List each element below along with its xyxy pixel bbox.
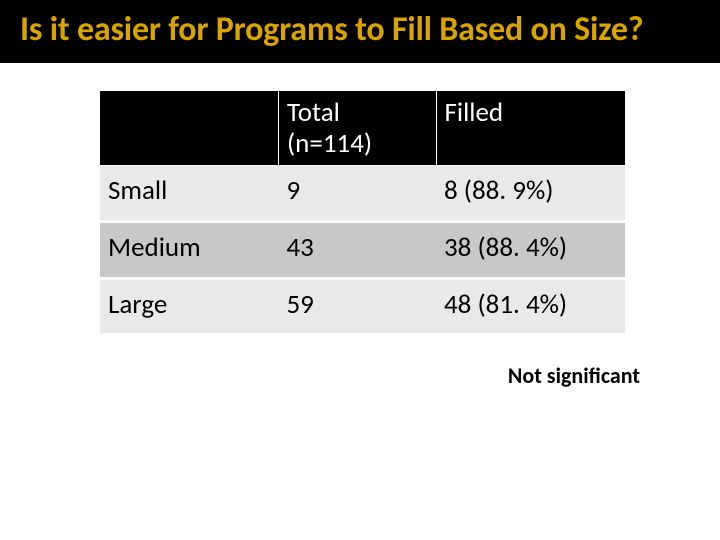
col-header-total: Total (n=114) [279, 91, 437, 166]
row-total: 9 [279, 166, 437, 222]
row-filled: 48 (81. 4%) [436, 278, 625, 335]
row-label: Large [100, 278, 279, 335]
col-header-blank [100, 91, 279, 166]
slide-title: Is it easier for Programs to Fill Based … [20, 10, 700, 49]
table-row: Small 9 8 (88. 9%) [100, 166, 625, 222]
data-table: Total (n=114) Filled Small 9 8 (88. 9%) … [100, 91, 625, 336]
data-table-wrap: Total (n=114) Filled Small 9 8 (88. 9%) … [100, 91, 625, 336]
table-row: Medium 43 38 (88. 4%) [100, 221, 625, 278]
col-header-filled: Filled [436, 91, 625, 166]
row-total: 59 [279, 278, 437, 335]
table-row: Large 59 48 (81. 4%) [100, 278, 625, 335]
row-filled: 38 (88. 4%) [436, 221, 625, 278]
title-band: Is it easier for Programs to Fill Based … [0, 0, 720, 63]
row-label: Small [100, 166, 279, 222]
footnote: Not significant [0, 362, 640, 389]
row-filled: 8 (88. 9%) [436, 166, 625, 222]
row-label: Medium [100, 221, 279, 278]
row-total: 43 [279, 221, 437, 278]
table-header-row: Total (n=114) Filled [100, 91, 625, 166]
